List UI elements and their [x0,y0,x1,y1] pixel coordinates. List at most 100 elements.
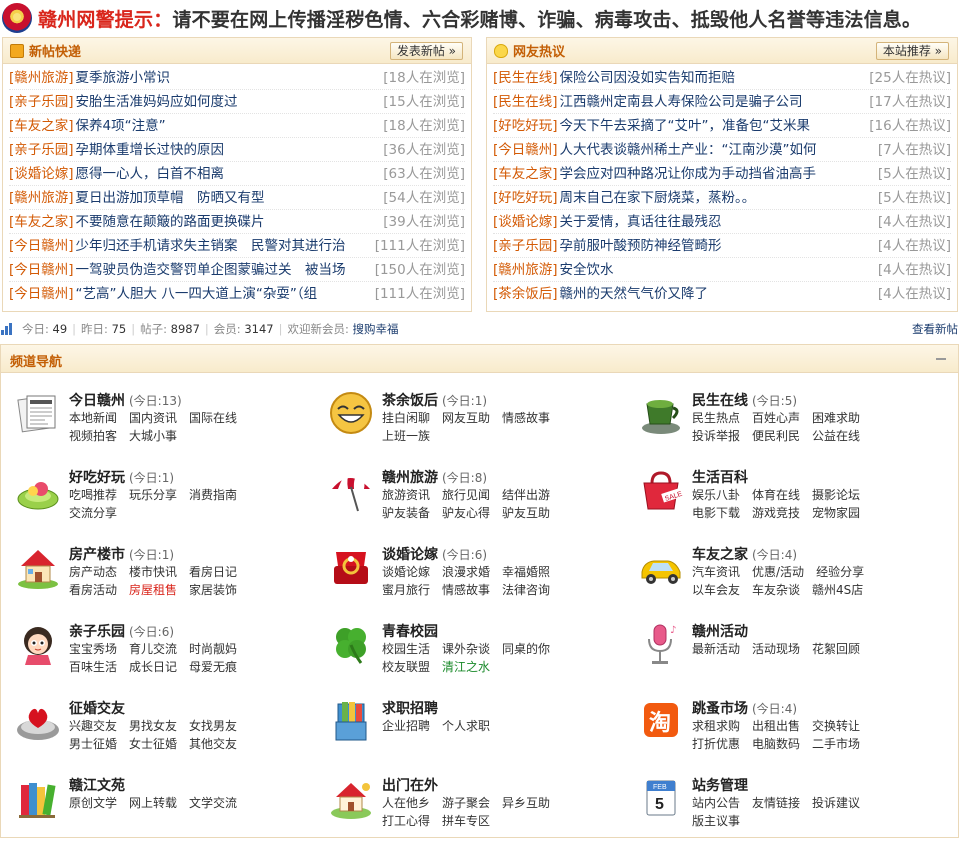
subforum-link[interactable]: 公益在线 [812,428,860,445]
channel-name[interactable]: 赣州活动 [692,621,748,641]
row-title-link[interactable]: 保险公司因没如实告知而拒赔 [560,66,866,89]
channel-name[interactable]: 站务管理 [692,775,748,795]
sale-bag-icon[interactable]: SALE [638,467,684,513]
channel-title-link[interactable]: 出门在外 [382,778,438,794]
row-title-link[interactable]: 孕期体重增长过快的原因 [76,138,380,161]
row-title-link[interactable]: 一驾驶员伪造交警罚单企图蒙骗过关 被当场 [76,258,371,281]
food-plate-icon[interactable] [15,467,61,513]
new-post-row[interactable]: [今日赣州] 少年归还手机请求失主销案 民警对其进行治 [111人在浏览] [9,234,465,258]
subforum-link[interactable]: 拼车专区 [442,813,490,830]
subforum-link[interactable]: 法律咨询 [502,582,550,599]
subforum-link[interactable]: 百姓心声 [752,410,800,427]
subforum-link[interactable]: 家居装饰 [189,582,237,599]
subforum-link[interactable]: 原创文学 [69,795,117,812]
folder-icon[interactable] [328,698,374,744]
subforum-link[interactable]: 求租求购 [692,718,740,735]
tea-cup-icon[interactable] [638,390,684,436]
books-icon[interactable] [15,775,61,821]
subforum-link[interactable]: 女找男友 [189,718,237,735]
subforum-link[interactable]: 情感故事 [442,582,490,599]
subforum-link[interactable]: 经验分享 [816,564,864,581]
channel-name[interactable]: 房产楼市 (今日:1) [69,544,174,564]
row-title-link[interactable]: 今天下午去采摘了“艾叶”，准备包“艾米果 [560,114,866,137]
subforum-link[interactable]: 优惠/活动 [752,564,804,581]
calendar-icon[interactable]: FEB 5 [638,775,684,821]
subforum-link[interactable]: 母爱无痕 [189,659,237,676]
newspaper-icon[interactable] [15,390,61,436]
subforum-link[interactable]: 驴友互助 [502,505,550,522]
row-title-link[interactable]: 关于爱情，真话往往最残忍 [560,210,874,233]
channel-title-link[interactable]: 今日赣州 [69,393,125,409]
subforum-link[interactable]: 宝宝秀场 [69,641,117,658]
travel-house-icon[interactable] [328,775,374,821]
hot-topic-row[interactable]: [民生在线] 保险公司因没如实告知而拒赔 [25人在热议] [493,66,951,90]
row-category-link[interactable]: [谈婚论嫁] [493,210,558,233]
channel-title-link[interactable]: 好吃好玩 [69,470,125,486]
new-post-row[interactable]: [亲子乐园] 安胎生活准妈妈应如何度过 [15人在浏览] [9,90,465,114]
row-title-link[interactable]: 赣州的天然气气价又降了 [560,282,874,306]
row-category-link[interactable]: [亲子乐园] [9,90,74,113]
subforum-link[interactable]: 国内资讯 [129,410,177,427]
channel-title-link[interactable]: 车友之家 [692,547,748,563]
subforum-link[interactable]: 吃喝推荐 [69,487,117,504]
new-post-row[interactable]: [赣州旅游] 夏日出游加顶草帽 防晒又有型 [54人在浏览] [9,186,465,210]
hot-topic-row[interactable]: [民生在线] 江西赣州定南县人寿保险公司是骗子公司 [17人在热议] [493,90,951,114]
subforum-link[interactable]: 同桌的你 [502,641,550,658]
subforum-link[interactable]: 时尚靓妈 [189,641,237,658]
channel-title-link[interactable]: 亲子乐园 [69,624,125,640]
subforum-link[interactable]: 友情链接 [752,795,800,812]
subforum-link[interactable]: 版主议事 [692,813,740,830]
row-category-link[interactable]: [民生在线] [493,90,558,113]
channel-name[interactable]: 好吃好玩 (今日:1) [69,467,174,487]
channel-name[interactable]: 赣州旅游 (今日:8) [382,467,487,487]
row-title-link[interactable]: 孕前服叶酸预防神经管畸形 [560,234,874,257]
channel-name[interactable]: 茶余饭后 (今日:1) [382,390,487,410]
subforum-link[interactable]: 汽车资讯 [692,564,740,581]
ring-box-icon[interactable] [328,544,374,590]
subforum-link[interactable]: 本地新闻 [69,410,117,427]
channel-title-link[interactable]: 站务管理 [692,778,748,794]
subforum-link[interactable]: 电脑数码 [752,736,800,753]
hot-topic-row[interactable]: [好吃好玩] 今天下午去采摘了“艾叶”，准备包“艾米果 [16人在热议] [493,114,951,138]
subforum-link[interactable]: 赣州4S店 [812,582,863,599]
row-title-link[interactable]: “艺高”人胆大 八一四大道上演“杂耍”（组 [76,282,371,306]
subforum-link[interactable]: 情感故事 [502,410,550,427]
subforum-link[interactable]: 校园生活 [382,641,430,658]
subforum-link[interactable]: 幸福婚照 [502,564,550,581]
subforum-link[interactable]: 看房活动 [69,582,117,599]
row-category-link[interactable]: [亲子乐园] [9,138,74,161]
channel-title-link[interactable]: 民生在线 [692,393,748,409]
subforum-link[interactable]: 旅游资讯 [382,487,430,504]
view-new-posts-link[interactable]: 查看新帖 [912,321,958,337]
subforum-link[interactable]: 驴友心得 [442,505,490,522]
collapse-icon[interactable] [936,358,946,360]
row-title-link[interactable]: 安胎生活准妈妈应如何度过 [76,90,380,113]
channel-title-link[interactable]: 房产楼市 [69,547,125,563]
subforum-link[interactable]: 网友互助 [442,410,490,427]
subforum-link[interactable]: 网上转载 [129,795,177,812]
hot-topic-row[interactable]: [车友之家] 学会应对四种路况让你成为手动挡省油高手 [5人在热议] [493,162,951,186]
subforum-link[interactable]: 其他交友 [189,736,237,753]
subforum-link[interactable]: 二手市场 [812,736,860,753]
subforum-link[interactable]: 旅行见闻 [442,487,490,504]
row-title-link[interactable]: 保养4项“注意” [76,114,380,137]
site-recommend-button[interactable]: 本站推荐 » [875,42,949,60]
hot-topic-row[interactable]: [赣州旅游] 安全饮水 [4人在热议] [493,258,951,282]
subforum-link[interactable]: 出租出售 [752,718,800,735]
channel-name[interactable]: 亲子乐园 (今日:6) [69,621,174,641]
subforum-link[interactable]: 蜜月旅行 [382,582,430,599]
subforum-link[interactable]: 视频拍客 [69,428,117,445]
subforum-link[interactable]: 浪漫求婚 [442,564,490,581]
heart-chair-icon[interactable] [15,698,61,744]
beach-umbrella-icon[interactable] [328,467,374,513]
channel-title-link[interactable]: 跳蚤市场 [692,701,748,717]
subforum-link[interactable]: 结伴出游 [502,487,550,504]
subforum-link[interactable]: 民生热点 [692,410,740,427]
subforum-link[interactable]: 房屋租售 [129,582,177,599]
channel-name[interactable]: 赣江文苑 [69,775,125,795]
subforum-link[interactable]: 娱乐八卦 [692,487,740,504]
subforum-link[interactable]: 男找女友 [129,718,177,735]
channel-title-link[interactable]: 青春校园 [382,624,438,640]
row-category-link[interactable]: [车友之家] [9,114,74,137]
subforum-link[interactable]: 兴趣交友 [69,718,117,735]
